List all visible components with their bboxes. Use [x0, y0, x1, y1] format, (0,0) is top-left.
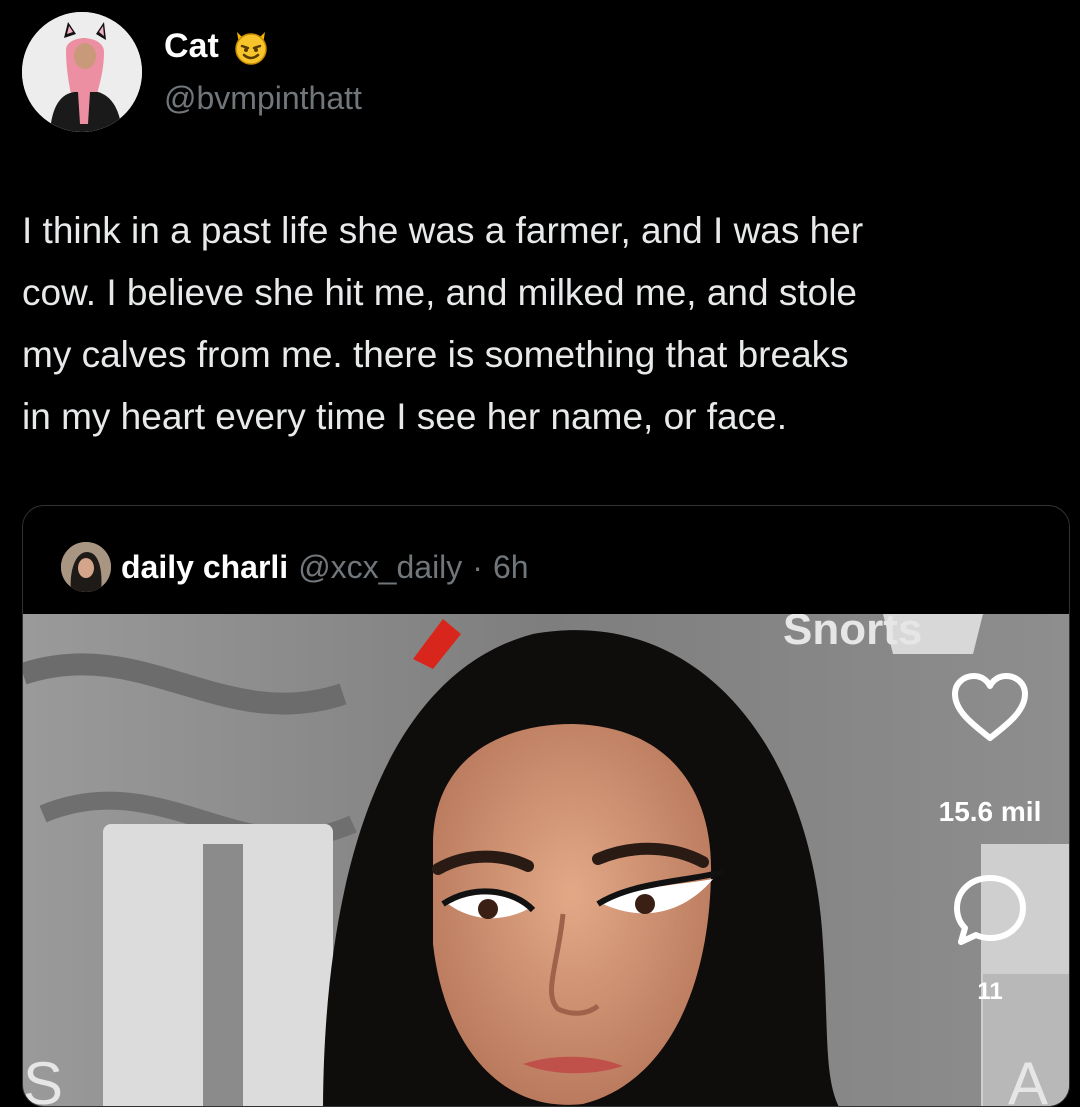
quoted-tweet-photo[interactable]: Snorts S A: [23, 614, 1069, 1107]
speech-bubble-icon: [954, 875, 1026, 945]
heart-outline-icon: [952, 673, 1028, 741]
svg-text:Snorts: Snorts: [783, 614, 922, 654]
quoted-tweet-time[interactable]: 6h: [493, 549, 529, 586]
quoted-avatar-image: [61, 542, 111, 592]
author-avatar-image: [22, 12, 142, 132]
author-handle[interactable]: @bvmpinthatt: [164, 78, 362, 118]
author-avatar[interactable]: [22, 12, 142, 132]
quoted-author-handle[interactable]: @xcx_daily: [298, 549, 462, 586]
author-name-row: Cat: [164, 26, 271, 66]
author-display-name[interactable]: Cat: [164, 26, 219, 66]
quoted-author-avatar[interactable]: [61, 542, 111, 592]
smiling-cat-with-horns-icon: [231, 26, 271, 66]
comment-button[interactable]: 11: [925, 870, 1055, 1006]
separator-dot: ·: [472, 548, 483, 585]
like-button[interactable]: 15.6 mil: [925, 672, 1055, 828]
quoted-tweet-card[interactable]: daily charli @xcx_daily · 6h Snorts S A: [22, 505, 1070, 1107]
comment-count: 11: [977, 978, 1003, 1005]
photo-of-woman-with-dark-hair-icon: Snorts S A: [23, 614, 1069, 1107]
svg-text:A: A: [1008, 1050, 1048, 1107]
tweet-text: I think in a past life she was a farmer,…: [22, 210, 864, 437]
quoted-tweet-header: daily charli @xcx_daily · 6h: [61, 542, 529, 592]
quoted-author-name[interactable]: daily charli: [121, 549, 288, 586]
svg-text:S: S: [23, 1050, 63, 1107]
like-count: 15.6 mil: [938, 796, 1042, 827]
